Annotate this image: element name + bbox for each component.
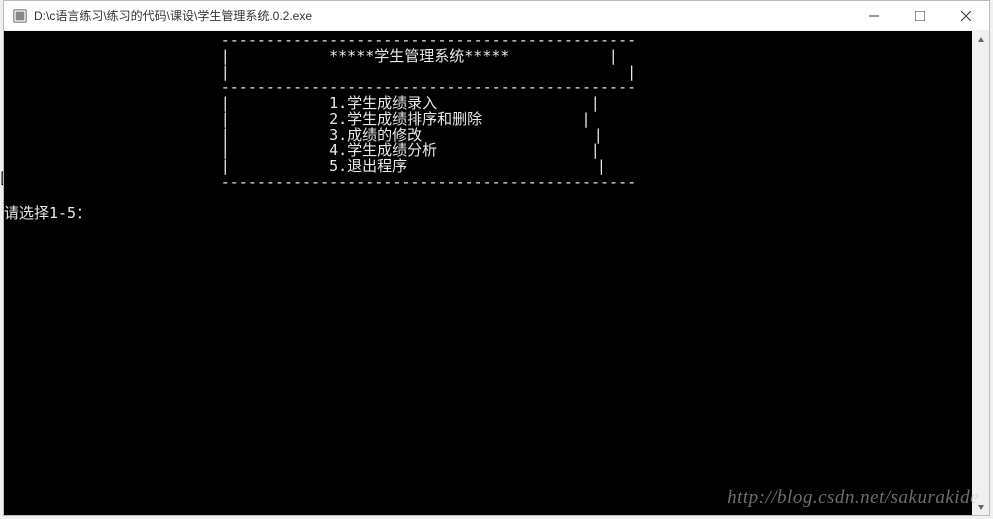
maximize-button[interactable] — [897, 1, 943, 31]
close-button[interactable] — [943, 1, 989, 31]
window-title: D:\c语言练习\练习的代码\课设\学生管理系统.0.2.exe — [34, 7, 851, 24]
window-controls — [851, 1, 989, 31]
app-icon — [12, 8, 28, 24]
scroll-up-arrow[interactable] — [972, 31, 989, 48]
minimize-button[interactable] — [851, 1, 897, 31]
title-bar: D:\c语言练习\练习的代码\课设\学生管理系统.0.2.exe — [4, 1, 989, 31]
scroll-down-arrow[interactable] — [972, 498, 989, 515]
vertical-scrollbar[interactable] — [972, 31, 989, 515]
console-output[interactable]: ----------------------------------------… — [4, 31, 972, 515]
app-window: D:\c语言练习\练习的代码\课设\学生管理系统.0.2.exe -------… — [3, 0, 990, 516]
console-container: ----------------------------------------… — [4, 31, 989, 515]
